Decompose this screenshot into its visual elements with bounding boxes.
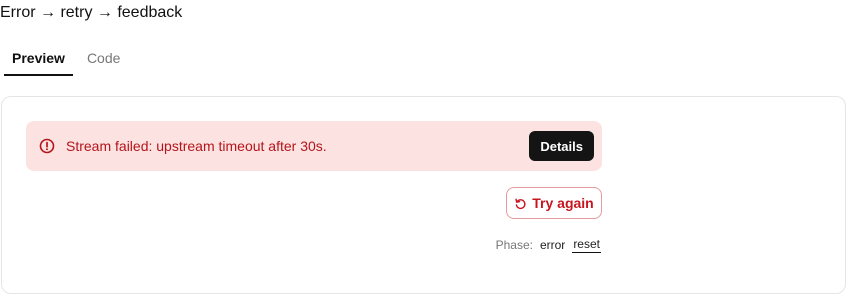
alert-circle-icon <box>38 137 56 155</box>
tab-code[interactable]: Code <box>79 44 128 76</box>
phase-option-error[interactable]: error <box>539 238 566 253</box>
rotate-ccw-icon <box>514 197 527 210</box>
phase-option-reset[interactable]: reset <box>572 237 601 253</box>
tab-preview[interactable]: Preview <box>4 44 73 76</box>
error-alert: Stream failed: upstream timeout after 30… <box>26 121 602 171</box>
details-button[interactable]: Details <box>529 131 594 161</box>
phase-label: Phase: <box>495 238 533 252</box>
tab-bar: Preview Code <box>4 44 128 76</box>
page: Error → retry → feedback Preview Code St… <box>0 0 848 296</box>
try-again-button[interactable]: Try again <box>506 187 602 219</box>
preview-panel: Stream failed: upstream timeout after 30… <box>1 96 846 294</box>
alert-message: Stream failed: upstream timeout after 30… <box>66 138 327 154</box>
page-title: Error → retry → feedback <box>0 4 183 21</box>
phase-indicator: Phase: error reset <box>496 237 601 253</box>
try-again-label: Try again <box>532 195 594 211</box>
